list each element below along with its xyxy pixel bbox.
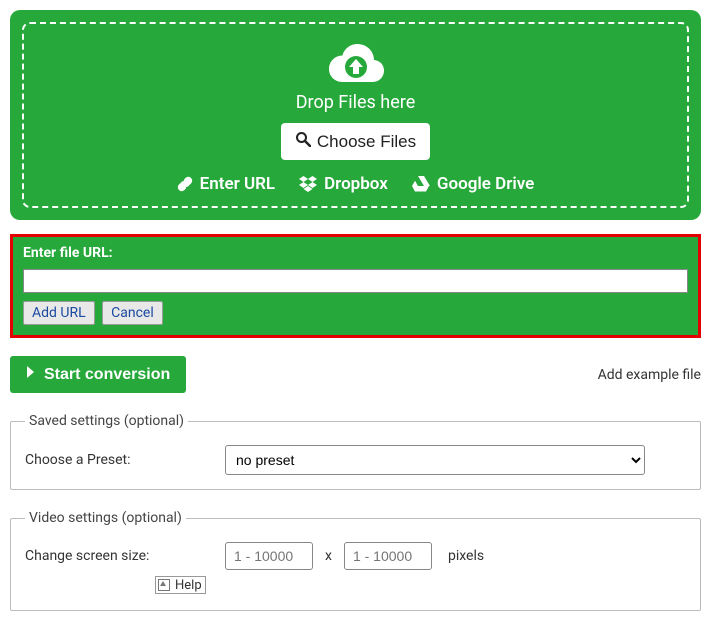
add-example-file-link[interactable]: Add example file: [598, 367, 701, 383]
chevron-right-icon: [26, 365, 36, 384]
preset-select[interactable]: no preset: [225, 445, 645, 475]
source-enter-url-label: Enter URL: [200, 174, 275, 194]
google-drive-icon: [412, 176, 430, 192]
source-google-drive-label: Google Drive: [437, 174, 534, 194]
link-icon: [177, 176, 193, 192]
source-row: Enter URL Dropbox Google Drive: [34, 174, 677, 194]
video-settings-fieldset: Video settings (optional) Change screen …: [10, 510, 701, 611]
height-input[interactable]: [344, 542, 432, 570]
saved-settings-legend: Saved settings (optional): [25, 413, 188, 429]
cloud-upload-icon: [34, 42, 677, 84]
action-row: Start conversion Add example file: [10, 356, 701, 393]
url-panel: Enter file URL: Add URL Cancel: [10, 234, 701, 338]
help-broken-image: Help: [155, 576, 206, 594]
start-conversion-label: Start conversion: [44, 366, 170, 384]
video-settings-legend: Video settings (optional): [25, 510, 186, 526]
choose-files-button[interactable]: Choose Files: [281, 123, 430, 160]
drop-heading: Drop Files here: [34, 92, 677, 113]
cancel-button[interactable]: Cancel: [102, 301, 163, 325]
dropbox-icon: [299, 176, 317, 192]
url-input[interactable]: [23, 269, 688, 293]
source-dropbox[interactable]: Dropbox: [299, 174, 388, 194]
saved-settings-fieldset: Saved settings (optional) Choose a Prese…: [10, 413, 701, 490]
screen-size-label: Change screen size:: [25, 548, 215, 564]
help-alt-text: Help: [175, 579, 202, 592]
file-drop-inner: Drop Files here Choose Files Enter URL D…: [22, 22, 689, 208]
source-google-drive[interactable]: Google Drive: [412, 174, 534, 194]
preset-label: Choose a Preset:: [25, 452, 215, 468]
url-panel-label: Enter file URL:: [23, 245, 688, 261]
add-url-button[interactable]: Add URL: [23, 301, 95, 325]
dimension-separator: x: [323, 548, 334, 564]
file-drop-zone[interactable]: Drop Files here Choose Files Enter URL D…: [10, 10, 701, 220]
start-conversion-button[interactable]: Start conversion: [10, 356, 186, 393]
broken-image-icon: [157, 578, 173, 592]
search-icon: [295, 131, 311, 152]
source-enter-url[interactable]: Enter URL: [177, 174, 275, 194]
choose-files-label: Choose Files: [317, 132, 416, 152]
pixels-label: pixels: [448, 548, 484, 564]
width-input[interactable]: [225, 542, 313, 570]
source-dropbox-label: Dropbox: [324, 174, 388, 194]
